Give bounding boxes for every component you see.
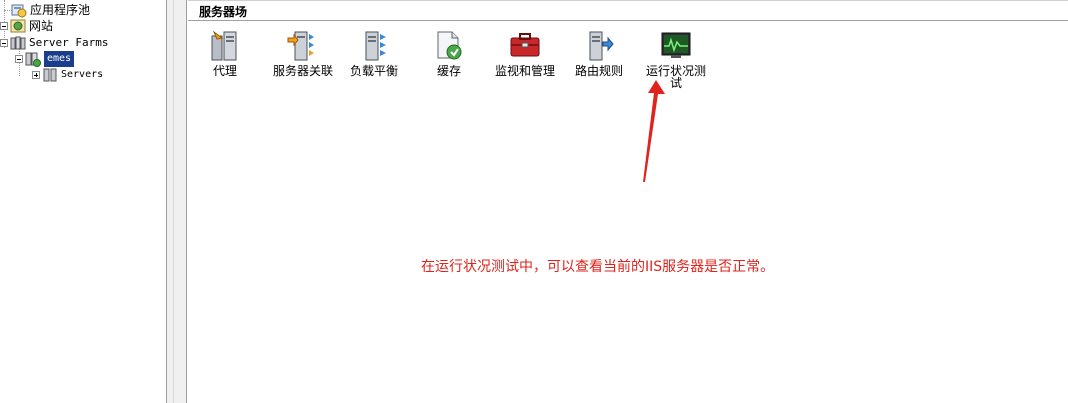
annotation-text: 在运行状况测试中，可以查看当前的IIS服务器是否正常。 [421, 259, 775, 275]
sites-icon [10, 19, 26, 33]
server-farm-icon [25, 52, 41, 67]
tree-item-label: emes [44, 51, 75, 67]
app-pool-icon [11, 4, 27, 18]
collapse-toggle[interactable] [0, 39, 8, 47]
tree-item-app-pools[interactable]: 应用程序池 [11, 2, 90, 18]
tree-item-label: Server Farms [29, 36, 109, 49]
pane-splitter[interactable] [166, 0, 187, 403]
servers-icon [43, 68, 57, 82]
tree-item-sites[interactable]: 网站 [0, 18, 53, 34]
expand-toggle[interactable] [32, 71, 40, 79]
tree-item-label: 应用程序池 [30, 3, 91, 17]
server-farms-icon [10, 36, 26, 50]
collapse-toggle[interactable] [0, 22, 8, 30]
tree-item-servers[interactable]: Servers [32, 67, 103, 83]
tree-item-emes[interactable]: emes [15, 51, 75, 67]
tree-item-label: 网站 [29, 19, 54, 33]
annotation-arrow [643, 80, 665, 182]
connections-tree: 应用程序池 网站 Server Farms emes Servers [0, 0, 166, 403]
collapse-toggle[interactable] [15, 55, 23, 63]
tree-item-label: Servers [61, 69, 104, 80]
features-pane: 服务器场 代理 服务器关联 负载平衡 缓存 监视和管理 路由规则 运行状况测试 [188, 0, 1068, 403]
tree-item-server-farms[interactable]: Server Farms [0, 35, 108, 51]
